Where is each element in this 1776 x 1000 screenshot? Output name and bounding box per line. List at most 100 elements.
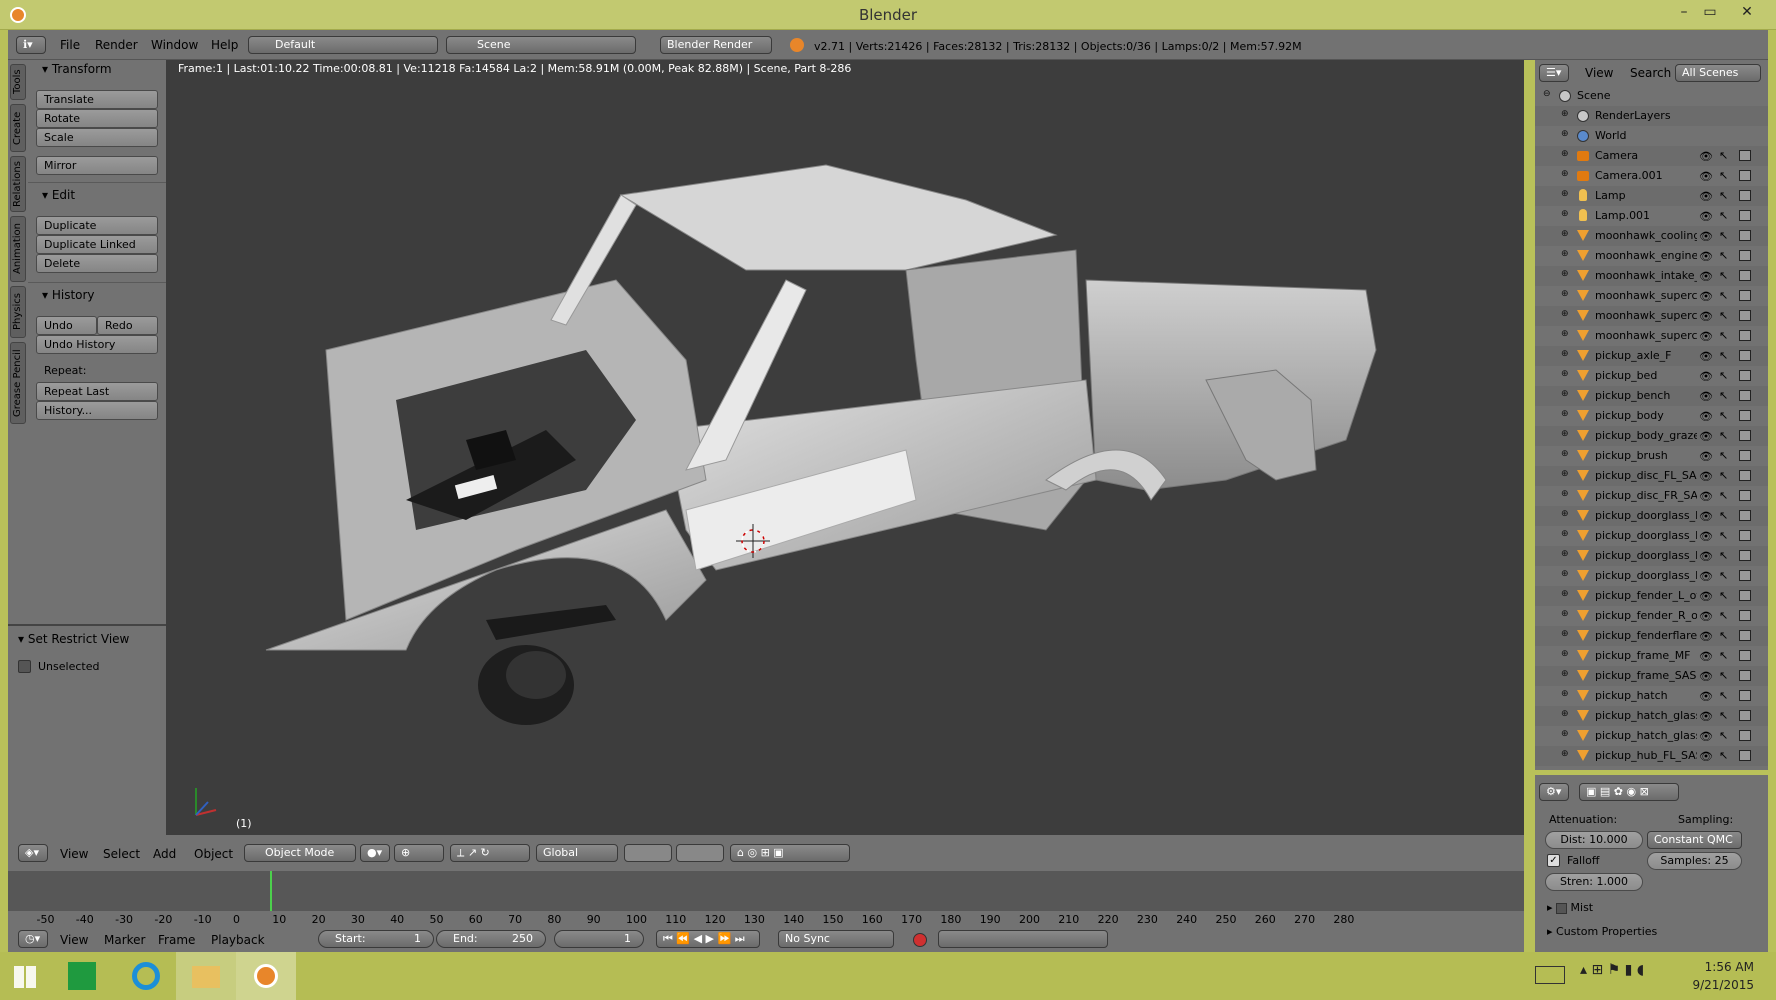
- expand-toggle-icon[interactable]: ⊕: [1561, 609, 1569, 619]
- falloff-checkbox[interactable]: ✓: [1547, 854, 1560, 867]
- selectability-cursor-icon[interactable]: ↖: [1719, 489, 1728, 502]
- expand-toggle-icon[interactable]: ⊕: [1561, 669, 1569, 679]
- selectability-cursor-icon[interactable]: ↖: [1719, 329, 1728, 342]
- dist-field[interactable]: Dist: 10.000: [1545, 831, 1643, 849]
- expand-toggle-icon[interactable]: ⊕: [1561, 469, 1569, 479]
- selectability-cursor-icon[interactable]: ↖: [1719, 529, 1728, 542]
- renderability-camera-icon[interactable]: [1739, 450, 1751, 461]
- visibility-eye-icon[interactable]: 👁: [1699, 450, 1713, 463]
- menu-playback[interactable]: Playback: [211, 933, 265, 947]
- expand-toggle-icon[interactable]: ⊕: [1561, 289, 1569, 299]
- outliner-row[interactable]: ⊕ pickup_hatch_glass 👁 ↖: [1535, 706, 1768, 726]
- close-button[interactable]: ✕: [1734, 2, 1760, 22]
- system-tray-icons[interactable]: ▴ ⊞ ⚑ ▮ ◖: [1580, 962, 1644, 978]
- expand-toggle-icon[interactable]: ⊕: [1561, 549, 1569, 559]
- renderability-camera-icon[interactable]: [1739, 430, 1751, 441]
- outliner-row[interactable]: ⊕ pickup_doorglass_L 👁 ↖: [1535, 506, 1768, 526]
- 3d-viewport[interactable]: Frame:1 | Last:01:10.22 Time:00:08.81 | …: [166, 60, 1524, 835]
- start-frame-field[interactable]: Start: 1: [318, 930, 434, 948]
- mode-dropdown[interactable]: Object Mode: [244, 844, 356, 862]
- selectability-cursor-icon[interactable]: ↖: [1719, 409, 1728, 422]
- renderability-camera-icon[interactable]: [1739, 170, 1751, 181]
- renderability-camera-icon[interactable]: [1739, 290, 1751, 301]
- renderability-camera-icon[interactable]: [1739, 410, 1751, 421]
- editor-type-timeline-icon[interactable]: ◷▾: [18, 930, 48, 948]
- scale-button[interactable]: Scale: [36, 128, 158, 147]
- outliner-row[interactable]: ⊕ pickup_doorglass_R 👁 ↖: [1535, 546, 1768, 566]
- visibility-eye-icon[interactable]: 👁: [1699, 470, 1713, 483]
- selectability-cursor-icon[interactable]: ↖: [1719, 429, 1728, 442]
- renderability-camera-icon[interactable]: [1739, 250, 1751, 261]
- expand-toggle-icon[interactable]: ⊕: [1561, 729, 1569, 739]
- visibility-eye-icon[interactable]: 👁: [1699, 430, 1713, 443]
- timeline-area[interactable]: [8, 871, 1524, 911]
- internet-explorer-icon[interactable]: [118, 952, 178, 1000]
- outliner-row[interactable]: ⊕ pickup_fender_L_of 👁 ↖: [1535, 586, 1768, 606]
- menu-file[interactable]: File: [60, 38, 80, 52]
- selectability-cursor-icon[interactable]: ↖: [1719, 449, 1728, 462]
- layout-selector[interactable]: Default: [248, 36, 438, 54]
- expand-toggle-icon[interactable]: ⊕: [1561, 449, 1569, 459]
- menu-marker[interactable]: Marker: [104, 933, 145, 947]
- outliner-row[interactable]: ⊕ pickup_axle_F 👁 ↖: [1535, 346, 1768, 366]
- selectability-cursor-icon[interactable]: ↖: [1719, 149, 1728, 162]
- selectability-cursor-icon[interactable]: ↖: [1719, 669, 1728, 682]
- blender-taskbar-icon[interactable]: [236, 952, 296, 1000]
- visibility-eye-icon[interactable]: 👁: [1699, 510, 1713, 523]
- outliner-row[interactable]: ⊕ moonhawk_supercl 👁 ↖: [1535, 306, 1768, 326]
- outliner-row[interactable]: ⊕ pickup_hatch_glass 👁 ↖: [1535, 726, 1768, 746]
- minimize-button[interactable]: –: [1671, 2, 1697, 22]
- history-button[interactable]: History...: [36, 401, 158, 420]
- expand-toggle-icon[interactable]: ⊕: [1561, 369, 1569, 379]
- duplicate-button[interactable]: Duplicate: [36, 216, 158, 235]
- visibility-eye-icon[interactable]: 👁: [1699, 590, 1713, 603]
- renderability-camera-icon[interactable]: [1739, 610, 1751, 621]
- outliner-row[interactable]: ⊕ pickup_hub_FL_SAS 👁 ↖: [1535, 746, 1768, 766]
- expand-toggle-icon[interactable]: ⊕: [1561, 269, 1569, 279]
- renderability-camera-icon[interactable]: [1739, 630, 1751, 641]
- selectability-cursor-icon[interactable]: ↖: [1719, 569, 1728, 582]
- menu-window[interactable]: Window: [151, 38, 198, 52]
- expand-toggle-icon[interactable]: ⊕: [1561, 649, 1569, 659]
- store-icon[interactable]: [54, 952, 114, 1000]
- keying-set-field[interactable]: [938, 930, 1108, 948]
- outliner-row[interactable]: ⊕ pickup_body 👁 ↖: [1535, 406, 1768, 426]
- renderability-camera-icon[interactable]: [1739, 330, 1751, 341]
- menu-object[interactable]: Object: [194, 847, 233, 861]
- expand-toggle-icon[interactable]: ⊕: [1561, 109, 1569, 119]
- menu-select[interactable]: Select: [103, 847, 140, 861]
- renderability-camera-icon[interactable]: [1739, 370, 1751, 381]
- outliner-row[interactable]: ⊕ pickup_fenderflare_ 👁 ↖: [1535, 626, 1768, 646]
- clock[interactable]: 1:56 AM 9/21/2015: [1692, 958, 1754, 994]
- samples-field[interactable]: Samples: 25: [1647, 852, 1742, 870]
- renderability-camera-icon[interactable]: [1739, 690, 1751, 701]
- outliner-row[interactable]: ⊕ Camera 👁 ↖: [1535, 146, 1768, 166]
- renderability-camera-icon[interactable]: [1739, 570, 1751, 581]
- editor-type-outliner-icon[interactable]: ☰▾: [1539, 64, 1569, 82]
- renderability-camera-icon[interactable]: [1739, 490, 1751, 501]
- manipulator-toggles[interactable]: ⟂ ↗ ↻: [450, 844, 530, 862]
- expand-toggle-icon[interactable]: ⊕: [1561, 229, 1569, 239]
- renderability-camera-icon[interactable]: [1739, 310, 1751, 321]
- shading-dropdown[interactable]: ●▾: [360, 844, 390, 862]
- visibility-eye-icon[interactable]: 👁: [1699, 730, 1713, 743]
- outliner-row[interactable]: ⊕ pickup_bed 👁 ↖: [1535, 366, 1768, 386]
- visibility-eye-icon[interactable]: 👁: [1699, 370, 1713, 383]
- selectability-cursor-icon[interactable]: ↖: [1719, 289, 1728, 302]
- renderability-camera-icon[interactable]: [1739, 650, 1751, 661]
- menu-view-timeline[interactable]: View: [60, 933, 88, 947]
- sync-dropdown[interactable]: No Sync: [778, 930, 894, 948]
- selectability-cursor-icon[interactable]: ↖: [1719, 509, 1728, 522]
- outliner-menu-view[interactable]: View: [1585, 66, 1613, 80]
- renderability-camera-icon[interactable]: [1739, 390, 1751, 401]
- tab-grease-pencil[interactable]: Grease Pencil: [10, 342, 26, 424]
- current-frame-marker[interactable]: [270, 871, 272, 911]
- outliner-row[interactable]: ⊕ pickup_disc_FR_SAS 👁 ↖: [1535, 486, 1768, 506]
- record-icon[interactable]: [913, 933, 927, 947]
- visibility-eye-icon[interactable]: 👁: [1699, 210, 1713, 223]
- editor-type-info-icon[interactable]: ℹ▾: [16, 36, 46, 54]
- repeat-last-button[interactable]: Repeat Last: [36, 382, 158, 401]
- mist-checkbox[interactable]: [1556, 902, 1568, 914]
- outliner-row[interactable]: ⊕ moonhawk_cooling 👁 ↖: [1535, 226, 1768, 246]
- selectability-cursor-icon[interactable]: ↖: [1719, 609, 1728, 622]
